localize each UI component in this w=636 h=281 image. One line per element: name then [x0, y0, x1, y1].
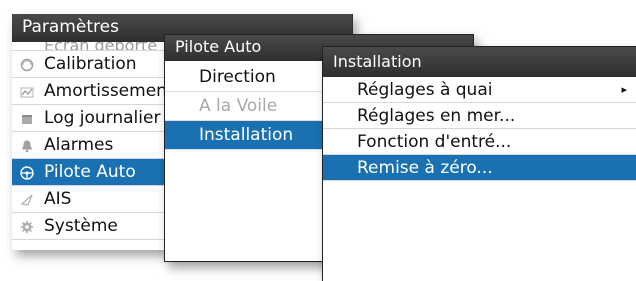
ais-icon: [20, 194, 33, 206]
parametres-title: Paramètres: [22, 17, 119, 37]
damping-icon: [20, 87, 34, 98]
menu-item-label: A la Voile: [199, 96, 278, 116]
menu-item-label: Fonction d'entré...: [357, 132, 512, 152]
calibration-icon: [20, 58, 34, 72]
menu-item-label: Amortissement: [44, 81, 174, 101]
steering-wheel-icon: [20, 166, 34, 180]
menu-item-label: Remise à zéro...: [357, 158, 493, 178]
menu-item-label: AIS: [44, 189, 72, 209]
menu-item-reglages-a-quai[interactable]: Réglages à quai ▸: [323, 77, 636, 103]
menu-item-reglages-en-mer[interactable]: Réglages en mer...: [323, 103, 636, 129]
menu-item-label: Système: [44, 216, 118, 236]
menu-item-label: Ecran déporté: [44, 42, 157, 50]
installation-title-bar: Installation: [323, 47, 636, 77]
installation-title: Installation: [333, 52, 422, 71]
menu-item-label: Alarmes: [44, 135, 114, 155]
menu-item-fonction-d-entree[interactable]: Fonction d'entré...: [323, 129, 636, 155]
alarm-bell-icon: [22, 140, 32, 153]
installation-list: Réglages à quai ▸ Réglages en mer... Fon…: [323, 77, 636, 181]
menu-stage: Paramètres Ecran déporté Calibration Amo…: [0, 0, 636, 281]
menu-item-label: Pilote Auto: [44, 162, 136, 182]
menu-item-label: Réglages à quai: [357, 80, 493, 100]
gear-icon: [20, 220, 34, 234]
pilote-auto-title: Pilote Auto: [175, 37, 262, 56]
menu-item-label: Réglages en mer...: [357, 106, 516, 126]
chevron-right-icon: ▸: [621, 83, 627, 96]
installation-menu: Installation Réglages à quai ▸ Réglages …: [322, 46, 636, 281]
menu-item-label: Direction: [199, 67, 276, 87]
menu-item-remise-a-zero[interactable]: Remise à zéro...: [323, 155, 636, 181]
log-icon: [22, 115, 32, 124]
menu-item-label: Log journalier: [44, 108, 161, 128]
menu-item-label: Installation: [199, 125, 294, 145]
menu-item-label: Calibration: [44, 54, 137, 74]
